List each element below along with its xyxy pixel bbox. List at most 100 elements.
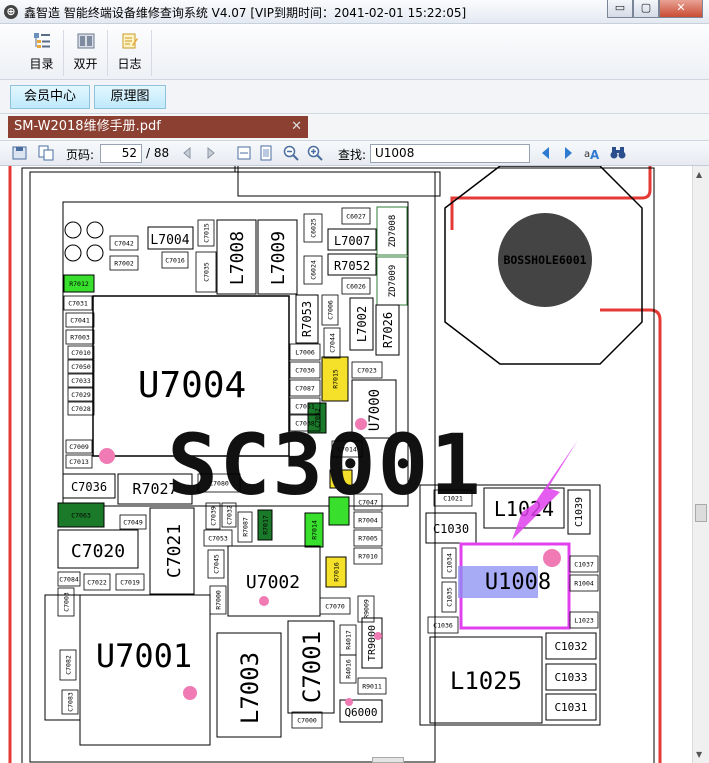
next-page-icon[interactable] bbox=[202, 145, 218, 161]
component-c7083: C7083 bbox=[61, 689, 79, 715]
r7053-label: R7052 bbox=[334, 259, 370, 273]
component-label-c1036: C1036 bbox=[433, 622, 453, 630]
find-previous-icon[interactable] bbox=[538, 145, 554, 161]
document-tab[interactable]: SM-W2018维修手册.pdf ✕ bbox=[8, 116, 308, 138]
u7004-label: U7004 bbox=[138, 365, 246, 406]
component-label-c7023: C7023 bbox=[357, 367, 377, 375]
l1025-label: L1025 bbox=[450, 667, 522, 695]
tab-schematic[interactable]: 原理图 bbox=[94, 85, 166, 109]
sc3001-label: SC3001 bbox=[167, 416, 482, 514]
c1032-label: C1032 bbox=[554, 640, 587, 653]
find-next-icon[interactable] bbox=[560, 145, 576, 161]
component-c7053: C7053 bbox=[203, 529, 233, 547]
component-c7084: C7084 bbox=[57, 571, 81, 587]
component-label-c7080: C7080 bbox=[209, 480, 229, 488]
component-label-c7015: C7015 bbox=[203, 223, 211, 243]
catalog-button[interactable]: 目录 bbox=[20, 30, 64, 76]
component-r7003: R7003 bbox=[65, 329, 95, 345]
save-icon[interactable] bbox=[12, 145, 28, 161]
component-label-c1037: C1037 bbox=[574, 561, 594, 569]
component-label-c7050: C7050 bbox=[71, 363, 91, 371]
component-c1034: C1034 bbox=[441, 547, 457, 579]
component-label-c7051: C7051 bbox=[295, 403, 315, 411]
component-r7002: R7002 bbox=[109, 255, 139, 271]
component-label-c7047: C7047 bbox=[358, 499, 378, 507]
component-label-c7041: C7041 bbox=[70, 317, 90, 325]
component-r7000: R7000 bbox=[209, 585, 227, 615]
vertical-scrollbar[interactable]: ▲ ▼ bbox=[692, 166, 709, 763]
page-number-input[interactable]: 52 bbox=[100, 144, 142, 163]
component-label-c7070: C7070 bbox=[325, 603, 345, 611]
scroll-up-icon[interactable]: ▲ bbox=[696, 170, 702, 179]
component-c7022: C7022 bbox=[83, 573, 111, 591]
component-r7004: R7004 bbox=[353, 511, 383, 529]
component-label-r7010: R7010 bbox=[358, 553, 378, 561]
component-label-r7005: R7005 bbox=[358, 535, 378, 543]
zoom-out-icon[interactable] bbox=[283, 145, 299, 161]
r7052-label: L7007 bbox=[334, 234, 370, 248]
component-label-c6024: C6024 bbox=[310, 260, 318, 280]
component-label-c7044: C7044 bbox=[329, 333, 337, 353]
component-label-c7033: C7033 bbox=[71, 377, 91, 385]
page-total: / 88 bbox=[146, 146, 170, 160]
schematic-drawing: BOSSHOLE6001 U7004 L7008 L7009 L7004 L70… bbox=[8, 166, 662, 763]
component-label-c7049: C7049 bbox=[123, 519, 143, 527]
component-r7005: R7005 bbox=[353, 529, 383, 547]
maximize-button[interactable]: ▢ bbox=[633, 0, 659, 18]
component-label-c7019: C7019 bbox=[120, 579, 140, 587]
c1039-label: C1039 bbox=[574, 497, 585, 527]
component-c7050: C7050 bbox=[67, 359, 95, 374]
component-label-r9009: R9009 bbox=[363, 599, 371, 619]
component-label-r7014: R7014 bbox=[311, 520, 319, 540]
scrollbar-thumb[interactable] bbox=[695, 504, 707, 522]
previous-page-icon[interactable] bbox=[180, 145, 196, 161]
l7004-label: L7004 bbox=[150, 233, 189, 248]
component-c7030: C7030 bbox=[289, 361, 321, 379]
component-c7009: C7009 bbox=[65, 439, 93, 454]
component-label-c7003: C7003 bbox=[63, 592, 71, 612]
log-label: 日志 bbox=[117, 57, 142, 71]
zoom-in-icon[interactable] bbox=[307, 145, 323, 161]
component-c7010: C7010 bbox=[67, 345, 95, 360]
document-tab-close-button[interactable]: ✕ bbox=[291, 116, 302, 138]
c1030-label: C1030 bbox=[433, 522, 469, 536]
title-bar: ⊕ 鑫智造 智能终端设备维修查询系统 V4.07 [VIP到期时间：2041-0… bbox=[0, 0, 709, 24]
component-label-c7000: C7000 bbox=[297, 717, 317, 725]
find-all-binoculars-icon[interactable] bbox=[610, 145, 626, 161]
fit-page-icon[interactable] bbox=[258, 145, 274, 161]
component-label-c7032: C7032 bbox=[226, 505, 234, 525]
main-toolbar: 目录 双开 日志 bbox=[0, 24, 709, 80]
component-label-c1034: C1034 bbox=[446, 553, 454, 573]
minimize-button[interactable]: ▭ bbox=[607, 0, 633, 18]
close-button[interactable]: ✕ bbox=[659, 0, 703, 18]
component-c7029: C7029 bbox=[67, 387, 95, 402]
pdf-toolbar: 页码: 52 / 88 查找: U1008 aA bbox=[0, 140, 709, 166]
component-c7003: C7003 bbox=[57, 587, 75, 617]
l7003-label: L7003 bbox=[236, 652, 264, 724]
scroll-down-icon[interactable]: ▼ bbox=[696, 750, 702, 759]
find-input[interactable]: U1008 bbox=[370, 144, 530, 163]
pdf-viewer[interactable]: BOSSHOLE6001 U7004 L7008 L7009 L7004 L70… bbox=[0, 166, 692, 763]
u7001-label: U7001 bbox=[96, 637, 192, 675]
c1031-label: C1031 bbox=[554, 701, 587, 714]
component-c6026: C6026 bbox=[341, 277, 371, 295]
tab-member-center[interactable]: 会员中心 bbox=[10, 85, 90, 109]
horizontal-scrollbar-thumb[interactable] bbox=[372, 757, 404, 763]
component-c7019: C7019 bbox=[115, 573, 145, 591]
match-case-icon[interactable]: aA bbox=[584, 145, 600, 161]
component-c1035: C1035 bbox=[441, 581, 457, 613]
r7027-label: R7026 bbox=[381, 312, 395, 348]
component-label-c7052: C7052 bbox=[314, 408, 322, 428]
component-l7006: L7006 bbox=[289, 343, 321, 361]
component-r4016: R4016 bbox=[339, 654, 357, 684]
log-icon bbox=[122, 33, 138, 49]
component-c1037: C1037 bbox=[569, 555, 599, 573]
log-button[interactable]: 日志 bbox=[108, 30, 152, 76]
component-label-c6025: C6025 bbox=[310, 218, 318, 238]
fit-width-icon[interactable] bbox=[236, 145, 252, 161]
dual-open-label: 双开 bbox=[73, 57, 98, 71]
copy-icon[interactable] bbox=[38, 145, 54, 161]
c7020-label: C7020 bbox=[71, 541, 125, 562]
component-label-c7009: C7009 bbox=[69, 443, 89, 451]
dual-open-button[interactable]: 双开 bbox=[64, 30, 108, 76]
